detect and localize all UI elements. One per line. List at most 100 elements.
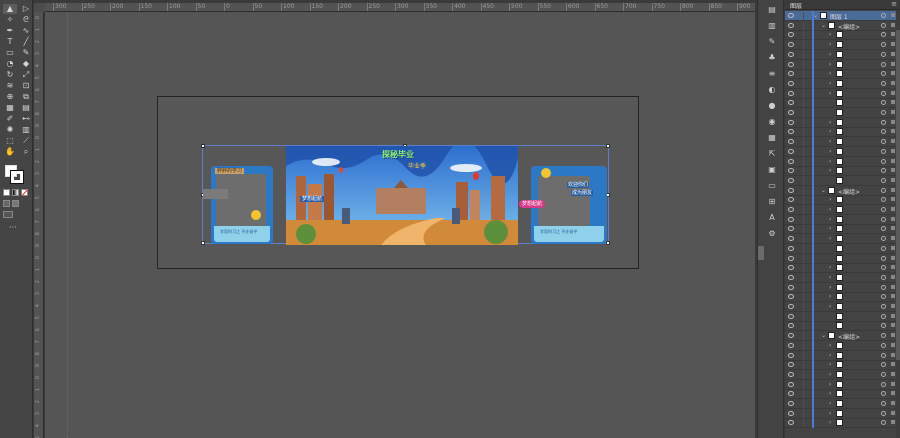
expand-chevron-icon[interactable]: › bbox=[829, 41, 831, 48]
visibility-eye-icon[interactable] bbox=[788, 187, 794, 193]
visibility-eye-icon[interactable] bbox=[788, 274, 794, 280]
visibility-eye-icon[interactable] bbox=[788, 352, 794, 358]
sublayer-row[interactable]: › bbox=[785, 350, 900, 361]
layer-name[interactable]: <编组> bbox=[838, 22, 860, 31]
visibility-eye-icon[interactable] bbox=[788, 100, 794, 106]
expand-chevron-icon[interactable]: › bbox=[829, 264, 831, 271]
sublayer-row[interactable]: › bbox=[785, 59, 900, 70]
export-icon[interactable]: ⇱ bbox=[767, 150, 777, 158]
target-circle-icon[interactable] bbox=[881, 410, 886, 416]
visibility-eye-icon[interactable] bbox=[788, 207, 794, 212]
resize-handle-bl[interactable] bbox=[201, 241, 205, 245]
lock-toggle[interactable] bbox=[798, 118, 804, 127]
visibility-eye-icon[interactable] bbox=[788, 13, 794, 18]
lock-toggle[interactable] bbox=[798, 109, 804, 117]
expand-chevron-icon[interactable]: › bbox=[829, 225, 831, 232]
direct-selection-icon[interactable]: ▷ bbox=[19, 4, 33, 14]
sublayer-row[interactable]: › bbox=[785, 156, 900, 167]
gradient-icon[interactable]: ▤ bbox=[19, 103, 33, 113]
transform-icon[interactable]: ⊞ bbox=[767, 198, 777, 206]
selection-indicator[interactable] bbox=[891, 342, 895, 347]
lock-toggle[interactable] bbox=[798, 400, 804, 408]
lock-toggle[interactable] bbox=[798, 419, 804, 428]
expand-chevron-icon[interactable]: › bbox=[829, 119, 831, 126]
expand-chevron-icon[interactable]: › bbox=[829, 419, 831, 426]
swatches-icon[interactable]: ▦ bbox=[767, 134, 777, 142]
selection-indicator[interactable] bbox=[891, 420, 895, 425]
screen-mode-icon[interactable] bbox=[3, 211, 13, 218]
sublayer-row[interactable]: › bbox=[785, 389, 900, 400]
draw-normal-button[interactable] bbox=[3, 200, 10, 207]
target-circle-icon[interactable] bbox=[881, 420, 886, 426]
target-circle-icon[interactable] bbox=[881, 129, 886, 135]
artboard[interactable]: 学而时习之 不亦说乎 胖胖的学习 探秘毕业 毕业季 梦想起航 学而时习之 不亦说… bbox=[157, 96, 639, 269]
type-icon[interactable]: T bbox=[3, 37, 17, 47]
expand-chevron-icon[interactable]: › bbox=[829, 371, 831, 378]
resize-handle-tr[interactable] bbox=[606, 144, 610, 148]
lock-toggle[interactable] bbox=[798, 351, 804, 360]
selection-indicator[interactable] bbox=[891, 352, 895, 357]
expand-chevron-icon[interactable]: › bbox=[829, 400, 831, 407]
layers-scrollbar[interactable] bbox=[896, 10, 900, 438]
visibility-eye-icon[interactable] bbox=[788, 294, 794, 300]
visibility-eye-icon[interactable] bbox=[788, 42, 794, 48]
visibility-eye-icon[interactable] bbox=[788, 80, 794, 86]
properties-icon[interactable]: ⚙ bbox=[767, 230, 777, 238]
draw-behind-button[interactable] bbox=[12, 200, 19, 207]
visibility-eye-icon[interactable] bbox=[788, 90, 794, 96]
expand-chevron-icon[interactable]: ⌄ bbox=[821, 187, 826, 194]
target-circle-icon[interactable] bbox=[881, 245, 886, 251]
sublayer-row[interactable]: › bbox=[785, 88, 900, 99]
target-circle-icon[interactable] bbox=[881, 362, 886, 368]
gradient-mode-button[interactable] bbox=[12, 189, 19, 196]
expand-chevron-icon[interactable]: › bbox=[829, 361, 831, 368]
libraries-icon[interactable]: ▥ bbox=[767, 22, 777, 30]
visibility-eye-icon[interactable] bbox=[788, 139, 794, 145]
lock-toggle[interactable] bbox=[798, 186, 804, 195]
sublayer-row[interactable]: › bbox=[785, 214, 900, 225]
expand-chevron-icon[interactable]: › bbox=[829, 70, 831, 77]
expand-chevron-icon[interactable]: ⌄ bbox=[813, 12, 818, 19]
target-circle-icon[interactable] bbox=[881, 274, 886, 280]
sublayer-row[interactable]: › bbox=[785, 69, 900, 80]
target-circle-icon[interactable] bbox=[881, 61, 886, 67]
selection-indicator[interactable] bbox=[891, 236, 895, 241]
lock-toggle[interactable] bbox=[798, 70, 804, 79]
shape-builder-icon[interactable]: ⊕ bbox=[3, 92, 17, 102]
horizontal-ruler[interactable]: 300 250 200 150 100 50 0 50 100 150 200 250 300 350 40… bbox=[45, 3, 755, 12]
color-icon[interactable]: ◉ bbox=[767, 118, 777, 126]
visibility-eye-icon[interactable] bbox=[788, 177, 794, 183]
lock-toggle[interactable] bbox=[798, 41, 804, 50]
lock-toggle[interactable] bbox=[798, 303, 804, 311]
visibility-eye-icon[interactable] bbox=[788, 216, 794, 222]
transparency-icon[interactable]: ◐ bbox=[767, 86, 777, 94]
visibility-eye-icon[interactable] bbox=[788, 255, 794, 261]
selection-indicator[interactable] bbox=[891, 216, 895, 221]
sublayer-row[interactable]: › bbox=[785, 166, 900, 177]
none-mode-button[interactable] bbox=[21, 189, 28, 197]
sublayer-row[interactable] bbox=[785, 311, 900, 322]
group-row[interactable]: ⌄ <编组> bbox=[785, 331, 900, 342]
free-transform-icon[interactable]: ⊡ bbox=[19, 81, 33, 91]
lock-toggle[interactable] bbox=[798, 147, 804, 156]
visibility-eye-icon[interactable] bbox=[788, 22, 794, 28]
expand-chevron-icon[interactable]: › bbox=[829, 274, 831, 281]
selection-indicator[interactable] bbox=[891, 158, 895, 163]
visibility-eye-icon[interactable] bbox=[788, 32, 794, 38]
eyedropper-icon[interactable]: ✐ bbox=[3, 114, 17, 124]
selection-indicator[interactable] bbox=[891, 80, 895, 85]
expand-chevron-icon[interactable]: › bbox=[829, 381, 831, 388]
expand-chevron-icon[interactable]: › bbox=[829, 293, 831, 300]
sublayer-row[interactable]: › bbox=[785, 205, 900, 215]
expand-chevron-icon[interactable]: › bbox=[829, 128, 831, 135]
lock-toggle[interactable] bbox=[798, 138, 804, 147]
selection-indicator[interactable] bbox=[891, 362, 895, 367]
rotate-icon[interactable]: ↻ bbox=[3, 70, 17, 80]
selection-indicator[interactable] bbox=[891, 294, 895, 299]
expand-chevron-icon[interactable]: › bbox=[829, 284, 831, 291]
sublayer-row[interactable]: › bbox=[785, 263, 900, 274]
expand-chevron-icon[interactable]: › bbox=[829, 61, 831, 68]
selection-indicator[interactable] bbox=[891, 100, 895, 105]
selection-indicator[interactable] bbox=[891, 90, 895, 95]
target-circle-icon[interactable] bbox=[881, 187, 886, 193]
